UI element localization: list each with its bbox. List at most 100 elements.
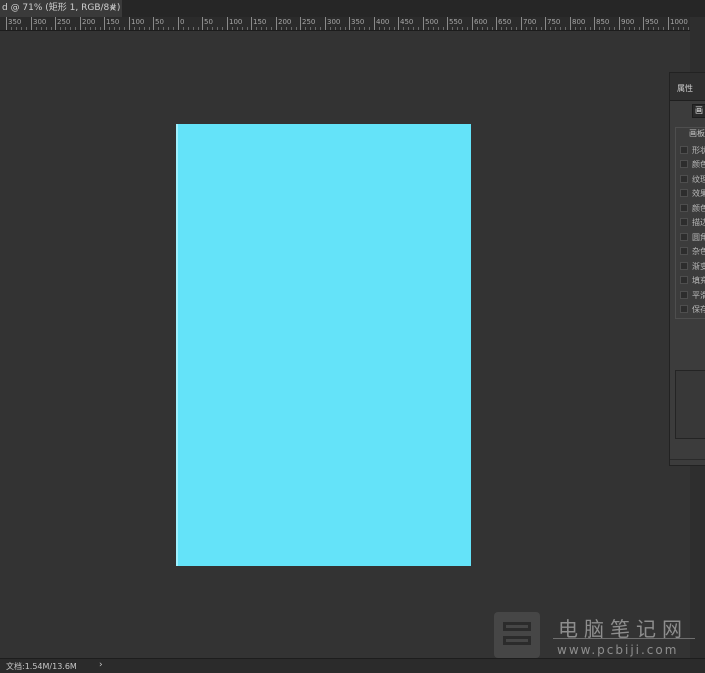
property-checkbox[interactable] bbox=[680, 291, 688, 299]
ruler-label: 650 bbox=[498, 18, 512, 26]
ruler-minor-tick bbox=[207, 27, 208, 30]
ruler-minor-tick bbox=[688, 27, 689, 30]
ruler-minor-tick bbox=[413, 27, 414, 30]
properties-panel-footer bbox=[670, 459, 705, 467]
properties-panel-header[interactable]: 属性 bbox=[670, 73, 705, 101]
ruler-label: 350 bbox=[351, 18, 365, 26]
ruler-minor-tick bbox=[90, 27, 91, 30]
ruler-minor-tick bbox=[369, 27, 370, 30]
property-row[interactable]: 形状 bbox=[680, 145, 705, 156]
document-tab-title: d @ 71% (矩形 1, RGB/8#) * bbox=[2, 3, 122, 13]
property-label: 纹理 bbox=[692, 175, 705, 184]
ruler-tick bbox=[129, 17, 130, 30]
property-checkbox[interactable] bbox=[680, 175, 688, 183]
horizontal-ruler[interactable]: 350 300 250 200 150 100 50 0 50 100 150 200 250 300 35… bbox=[0, 17, 690, 31]
ruler-minor-tick bbox=[555, 27, 556, 30]
ruler-minor-tick bbox=[41, 27, 42, 30]
property-checkbox[interactable] bbox=[680, 276, 688, 284]
ruler-minor-tick bbox=[70, 27, 71, 30]
ruler-minor-tick bbox=[565, 27, 566, 30]
ruler-minor-tick bbox=[51, 27, 52, 30]
property-label: 保存 bbox=[692, 305, 705, 314]
property-row[interactable]: 保存 bbox=[680, 304, 705, 315]
property-checkbox[interactable] bbox=[680, 305, 688, 313]
ruler-label: 500 bbox=[425, 18, 439, 26]
ruler-tick bbox=[521, 17, 522, 30]
ruler-minor-tick bbox=[100, 27, 101, 30]
close-tab-icon[interactable]: × bbox=[107, 0, 119, 17]
property-label: 渐变 bbox=[692, 262, 705, 271]
ruler-minor-tick bbox=[359, 27, 360, 30]
ruler-minor-tick bbox=[217, 27, 218, 30]
ruler-label: 50 bbox=[155, 18, 164, 26]
canvas-area[interactable] bbox=[0, 31, 690, 658]
ruler-tick bbox=[227, 17, 228, 30]
property-checkbox[interactable] bbox=[680, 233, 688, 241]
status-menu-arrow-icon[interactable]: › bbox=[99, 660, 103, 670]
property-row[interactable]: 平滑 bbox=[680, 290, 705, 301]
ruler-minor-tick bbox=[487, 27, 488, 30]
property-checkbox[interactable] bbox=[680, 204, 688, 212]
ruler-minor-tick bbox=[119, 27, 120, 30]
ruler-minor-tick bbox=[428, 27, 429, 30]
ruler-minor-tick bbox=[305, 27, 306, 30]
ruler-minor-tick bbox=[634, 27, 635, 30]
property-row[interactable]: 效果 bbox=[680, 188, 705, 199]
ruler-minor-tick bbox=[467, 27, 468, 30]
ruler-label: 150 bbox=[106, 18, 120, 26]
property-row[interactable]: 填充 bbox=[680, 275, 705, 286]
ruler-minor-tick bbox=[46, 27, 47, 30]
property-checkbox[interactable] bbox=[680, 160, 688, 168]
ruler-label: 250 bbox=[57, 18, 71, 26]
ruler-minor-tick bbox=[492, 27, 493, 30]
ruler-minor-tick bbox=[384, 27, 385, 30]
properties-group-label: 画板 bbox=[688, 128, 705, 139]
ruler-minor-tick bbox=[609, 27, 610, 30]
property-row[interactable]: 颜色 bbox=[680, 203, 705, 214]
ruler-minor-tick bbox=[629, 27, 630, 30]
ruler-tick bbox=[349, 17, 350, 30]
ruler-minor-tick bbox=[21, 27, 22, 30]
ruler-tick bbox=[594, 17, 595, 30]
ruler-minor-tick bbox=[134, 27, 135, 30]
ruler-minor-tick bbox=[340, 27, 341, 30]
property-label: 平滑 bbox=[692, 291, 705, 300]
ruler-label: 250 bbox=[302, 18, 316, 26]
ruler-minor-tick bbox=[354, 27, 355, 30]
ruler-minor-tick bbox=[614, 27, 615, 30]
ruler-tick bbox=[545, 17, 546, 30]
property-label: 颜色 bbox=[692, 204, 705, 213]
ruler-minor-tick bbox=[75, 27, 76, 30]
property-checkbox[interactable] bbox=[680, 146, 688, 154]
property-row[interactable]: 圆角 bbox=[680, 232, 705, 243]
property-row[interactable]: 描边 bbox=[680, 217, 705, 228]
ruler-minor-tick bbox=[506, 27, 507, 30]
artboard-rectangle[interactable] bbox=[176, 124, 471, 566]
property-row[interactable]: 渐变 bbox=[680, 261, 705, 272]
property-checkbox[interactable] bbox=[680, 189, 688, 197]
property-checkbox[interactable] bbox=[680, 218, 688, 226]
ruler-minor-tick bbox=[389, 27, 390, 30]
ruler-label: 200 bbox=[278, 18, 292, 26]
ruler-minor-tick bbox=[624, 27, 625, 30]
ruler-minor-tick bbox=[168, 27, 169, 30]
ruler-minor-tick bbox=[144, 27, 145, 30]
property-row[interactable]: 颜色 bbox=[680, 159, 705, 170]
ruler-minor-tick bbox=[310, 27, 311, 30]
ruler-minor-tick bbox=[85, 27, 86, 30]
ruler-tick bbox=[31, 17, 32, 30]
property-checkbox[interactable] bbox=[680, 247, 688, 255]
properties-tab-button[interactable]: 画 bbox=[692, 104, 705, 118]
property-row[interactable]: 杂色 bbox=[680, 246, 705, 257]
ruler-minor-tick bbox=[433, 27, 434, 30]
property-label: 杂色 bbox=[692, 247, 705, 256]
property-label: 颜色 bbox=[692, 160, 705, 169]
document-tab[interactable]: d @ 71% (矩形 1, RGB/8#) * bbox=[0, 0, 122, 17]
ruler-label: 0 bbox=[180, 18, 185, 26]
ruler-label: 300 bbox=[33, 18, 47, 26]
ruler-label: 450 bbox=[400, 18, 414, 26]
ruler-minor-tick bbox=[482, 27, 483, 30]
ruler-label: 850 bbox=[596, 18, 610, 26]
property-row[interactable]: 纹理 bbox=[680, 174, 705, 185]
property-checkbox[interactable] bbox=[680, 262, 688, 270]
